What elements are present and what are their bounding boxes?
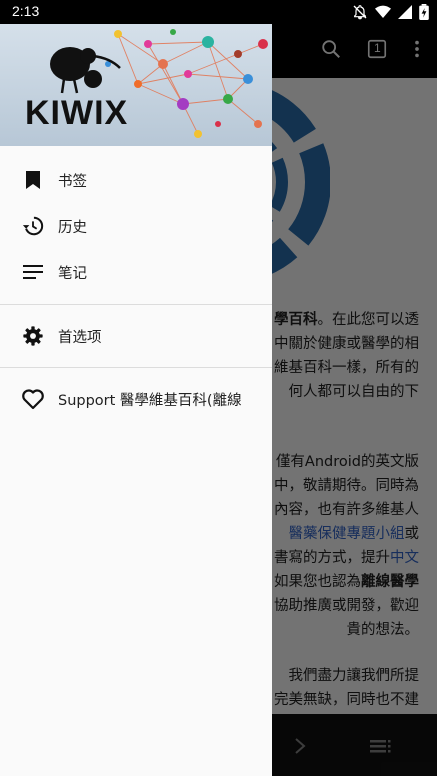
drawer-item-preferences[interactable]: 首选项: [0, 313, 272, 359]
status-bar: 2:13: [0, 0, 437, 24]
drawer-item-bookmarks[interactable]: 书签: [0, 157, 272, 203]
navigation-drawer: KIWIX 书签 历史 笔记 首选项 Support 醫學維基百科(離線: [0, 24, 272, 776]
bookmark-icon: [21, 168, 45, 192]
wifi-icon: [375, 5, 391, 19]
notes-icon: [21, 260, 45, 284]
battery-charging-icon: [419, 4, 429, 20]
drawer-item-support[interactable]: Support 醫學維基百科(離線: [0, 376, 272, 422]
drawer-divider: [0, 367, 272, 368]
drawer-divider: [0, 304, 272, 305]
history-icon: [21, 214, 45, 238]
status-time: 2:13: [12, 3, 40, 19]
drawer-item-label: 历史: [58, 219, 87, 236]
notifications-off-icon: [353, 5, 367, 20]
drawer-item-label: 书签: [58, 173, 87, 190]
drawer-item-label: Support 醫學維基百科(離線: [58, 392, 242, 409]
status-icons: [352, 4, 429, 20]
heart-icon: [21, 387, 45, 411]
drawer-item-label: 笔记: [58, 265, 87, 282]
settings-icon: [21, 324, 45, 348]
drawer-header: KIWIX: [0, 24, 272, 146]
brand-name: KIWIX: [25, 94, 129, 132]
drawer-item-notes[interactable]: 笔记: [0, 249, 272, 295]
drawer-item-history[interactable]: 历史: [0, 203, 272, 249]
kiwix-logo-icon: [50, 47, 121, 94]
drawer-item-label: 首选项: [58, 329, 102, 346]
signal-icon: [398, 5, 412, 19]
